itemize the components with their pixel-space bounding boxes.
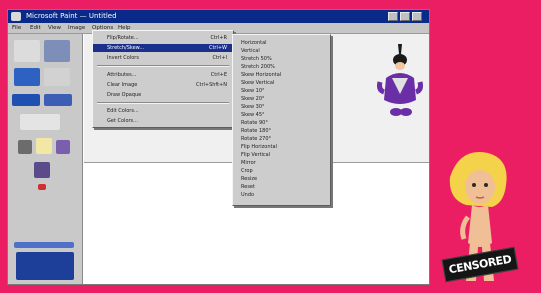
submenu-item[interactable]: Skew Vertical xyxy=(241,79,327,87)
submenu-item[interactable]: Mirror xyxy=(241,159,327,167)
minimize-button[interactable] xyxy=(388,12,398,21)
app-icon xyxy=(11,12,21,21)
menu-image[interactable]: Image xyxy=(68,24,85,32)
tool-palette xyxy=(8,34,83,284)
tool-eraser-icon[interactable] xyxy=(44,68,70,86)
tool-curve-icon[interactable] xyxy=(34,162,50,178)
submenu-item[interactable]: Horizontal xyxy=(241,39,327,47)
submenu-item[interactable]: Flip Horizontal xyxy=(241,143,327,151)
tool-zoom-icon[interactable] xyxy=(44,40,70,62)
tool-brush-icon[interactable] xyxy=(44,94,72,106)
tool-line-icon[interactable] xyxy=(18,140,32,154)
title-bar: Microsoft Paint — Untitled xyxy=(8,10,429,23)
cartoon-character-icon xyxy=(377,44,423,116)
submenu-item[interactable]: Reset xyxy=(241,183,327,191)
tool-globe-icon[interactable] xyxy=(14,68,40,86)
tool-bulb-icon[interactable] xyxy=(36,138,52,154)
submenu-item[interactable]: Skew 30° xyxy=(241,103,327,111)
menu-item-edit-colors[interactable]: Edit Colors... xyxy=(93,107,233,115)
close-button[interactable] xyxy=(412,12,422,21)
menu-item-clear-image[interactable]: Clear Image Ctrl+Shft+N xyxy=(93,81,233,89)
window-title: Microsoft Paint — Untitled xyxy=(26,12,117,20)
tool-fill-icon[interactable] xyxy=(12,94,40,106)
menu-view[interactable]: View xyxy=(48,24,61,32)
tool-color-icon[interactable] xyxy=(38,184,46,190)
submenu-item[interactable]: Flip Vertical xyxy=(241,151,327,159)
menu-separator xyxy=(97,65,229,67)
menu-edit[interactable]: Edit xyxy=(30,24,41,32)
stretch-skew-submenu: Horizontal Vertical Stretch 50% Stretch … xyxy=(232,34,331,206)
tool-select-icon[interactable] xyxy=(14,40,40,62)
tool-text-icon[interactable] xyxy=(20,114,60,130)
submenu-item[interactable]: Stretch 200% xyxy=(241,63,327,71)
menu-item-attributes[interactable]: Attributes... Ctrl+E xyxy=(93,71,233,79)
menu-separator xyxy=(97,102,229,104)
menu-item-flip-rotate[interactable]: Flip/Rotate... Ctrl+R xyxy=(93,34,233,42)
tool-preview-icon xyxy=(16,252,74,280)
tool-palette-strip xyxy=(14,242,74,248)
submenu-item[interactable]: Skew 45° xyxy=(241,111,327,119)
menu-file[interactable]: File xyxy=(12,24,21,32)
tool-shape-icon[interactable] xyxy=(56,140,70,154)
submenu-item[interactable]: Stretch 50% xyxy=(241,55,327,63)
submenu-item[interactable]: Skew Horizontal xyxy=(241,71,327,79)
submenu-item[interactable]: Rotate 270° xyxy=(241,135,327,143)
submenu-item[interactable]: Crop xyxy=(241,167,327,175)
submenu-item[interactable]: Vertical xyxy=(241,47,327,55)
menu-item-get-colors[interactable]: Get Colors... xyxy=(93,117,233,125)
submenu-item[interactable]: Skew 10° xyxy=(241,87,327,95)
menu-item-stretch-skew[interactable]: Stretch/Skew... Ctrl+W xyxy=(93,44,233,52)
image-menu: Flip/Rotate... Ctrl+R Stretch/Skew... Ct… xyxy=(92,30,234,128)
menu-item-invert-colors[interactable]: Invert Colors Ctrl+I xyxy=(93,54,233,62)
submenu-item[interactable]: Rotate 90° xyxy=(241,119,327,127)
submenu-item[interactable]: Resize xyxy=(241,175,327,183)
submenu-item[interactable]: Undo xyxy=(241,191,327,199)
screenshot-frame: Microsoft Paint — Untitled File Edit Vie… xyxy=(0,0,541,293)
maximize-button[interactable] xyxy=(400,12,410,21)
submenu-item[interactable]: Rotate 180° xyxy=(241,127,327,135)
menu-item-draw-opaque[interactable]: Draw Opaque xyxy=(93,91,233,99)
submenu-item[interactable]: Skew 20° xyxy=(241,95,327,103)
